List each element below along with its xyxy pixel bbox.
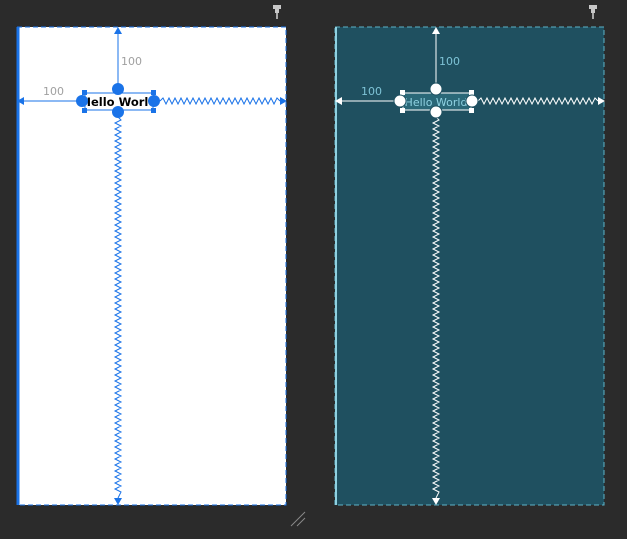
resize-handle-icon[interactable] [290,511,306,527]
bp-anchor-left[interactable] [393,94,407,108]
anchor-right[interactable] [148,95,160,107]
blueprint-view[interactable]: 100 100 Hello World [334,26,605,506]
design-top-margin: 100 [121,55,142,68]
pin-icon[interactable] [589,5,597,19]
anchor-bottom[interactable] [112,106,124,118]
blueprint-top-margin: 100 [439,55,460,68]
bp-anchor-bottom[interactable] [429,105,443,119]
bp-anchor-top[interactable] [429,82,443,96]
bp-resize-handle-bottom-left[interactable] [400,108,405,113]
resize-handle-top-left[interactable] [82,90,87,95]
bp-anchor-right[interactable] [465,94,479,108]
anchor-top[interactable] [112,83,124,95]
resize-handle-bottom-left[interactable] [82,108,87,113]
bp-resize-handle-bottom-right[interactable] [469,108,474,113]
layout-editor-svg: 100 100 Hello World 100 100 Hello World [16,5,605,527]
bp-resize-handle-top-right[interactable] [469,90,474,95]
resize-handle-bottom-right[interactable] [151,108,156,113]
pin-icon[interactable] [273,5,281,19]
blueprint-left-margin: 100 [361,85,382,98]
anchor-left[interactable] [76,95,88,107]
design-left-margin: 100 [43,85,64,98]
resize-handle-top-right[interactable] [151,90,156,95]
design-view[interactable]: 100 100 Hello World [16,26,287,506]
layout-editor-canvas[interactable]: 100 100 Hello World 100 100 Hello World [0,0,627,535]
bp-resize-handle-top-left[interactable] [400,90,405,95]
